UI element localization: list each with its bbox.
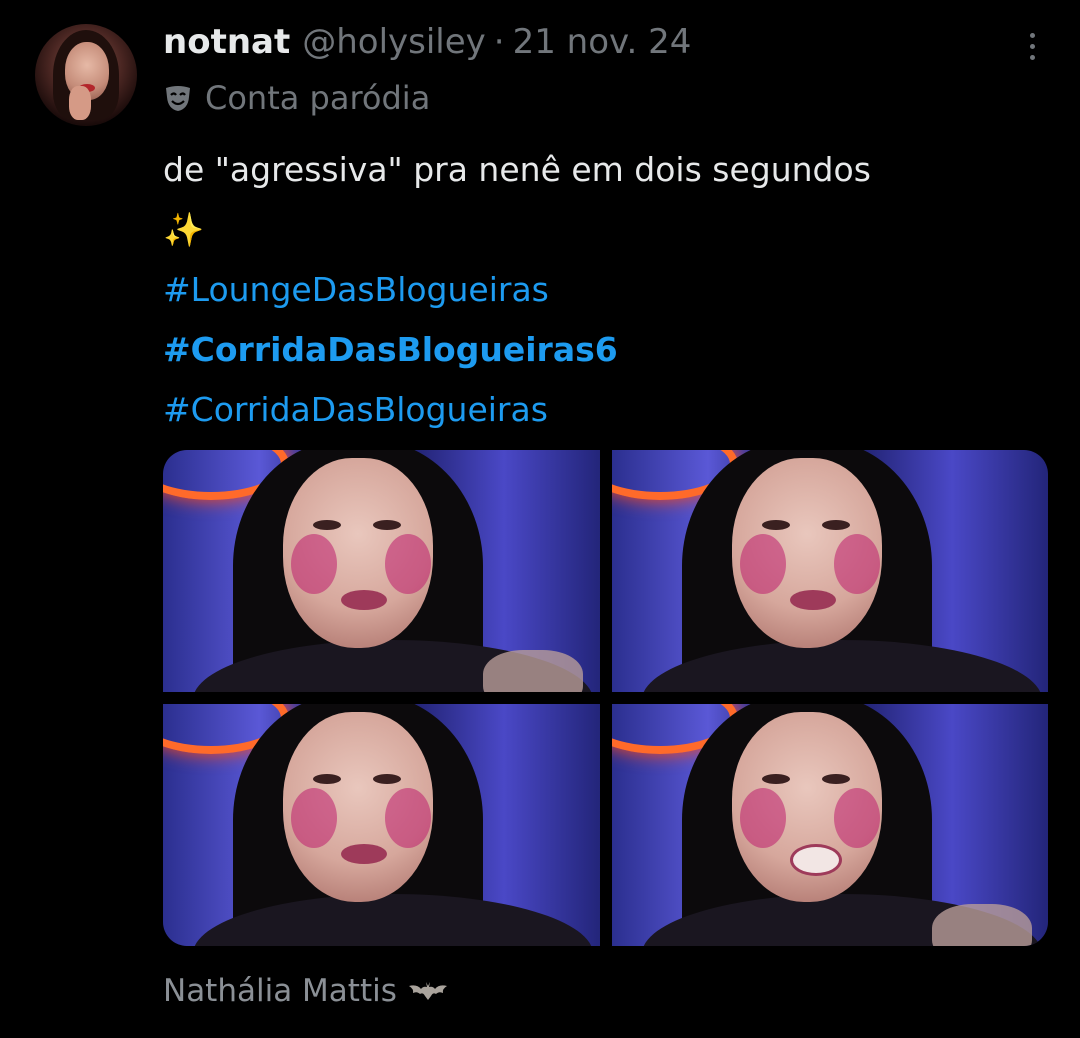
media-photo[interactable] xyxy=(163,704,600,946)
photo-mouth xyxy=(341,590,387,610)
media-caption[interactable]: Nathália Mattis xyxy=(163,966,449,1016)
photo-blush xyxy=(833,788,880,848)
photo-eye xyxy=(821,520,850,530)
photo-blush xyxy=(291,534,337,594)
tweet-date[interactable]: 21 nov. 24 xyxy=(513,22,692,62)
photo-eye xyxy=(313,520,341,530)
hashtag-link[interactable]: #CorridaDasBlogueiras6 xyxy=(163,320,1063,380)
separator-dot: · xyxy=(493,22,505,62)
hashtag-link[interactable]: #LoungeDasBlogueiras xyxy=(163,260,1063,320)
media-photo[interactable] xyxy=(611,450,1048,692)
avatar-hand xyxy=(69,86,91,120)
parody-label[interactable]: Conta paródia xyxy=(163,76,430,120)
tagged-user-name: Nathália Mattis xyxy=(163,973,397,1009)
photo-eye xyxy=(373,774,401,784)
media-grid xyxy=(163,450,1048,946)
photo-blush xyxy=(291,788,337,848)
tweet-text: de "agressiva" pra nenê em dois segundos… xyxy=(163,140,1063,440)
hashtag-link[interactable]: #CorridaDasBlogueiras xyxy=(163,380,1063,440)
photo-tattoo xyxy=(931,904,1032,946)
parody-mask-icon xyxy=(166,86,190,111)
photo-blush xyxy=(385,534,431,594)
parody-label-text: Conta paródia xyxy=(205,79,431,117)
photo-eye xyxy=(373,520,401,530)
photo-blush xyxy=(385,788,431,848)
more-dot-icon xyxy=(1029,54,1035,60)
photo-eye xyxy=(313,774,341,784)
photo-tattoo xyxy=(483,650,583,692)
photo-mouth xyxy=(341,844,387,864)
more-dot-icon xyxy=(1029,32,1035,38)
more-options-button[interactable] xyxy=(1022,26,1042,66)
photo-eye xyxy=(761,520,790,530)
photo-blush xyxy=(739,788,786,848)
photo-mouth xyxy=(789,844,842,876)
photo-blush xyxy=(739,534,786,594)
more-dot-icon xyxy=(1029,43,1035,49)
display-name[interactable]: notnat xyxy=(163,22,290,62)
user-handle[interactable]: @holysiley xyxy=(302,22,486,62)
bat-icon xyxy=(408,982,447,1000)
photo-blush xyxy=(833,534,880,594)
media-photo[interactable] xyxy=(611,704,1048,946)
tweet-header: notnat @holysiley · 21 nov. 24 xyxy=(163,18,691,66)
avatar[interactable] xyxy=(35,24,137,126)
photo-eye xyxy=(761,774,790,784)
photo-eye xyxy=(821,774,850,784)
media-photo[interactable] xyxy=(163,450,600,692)
tweet-text-line: de "agressiva" pra nenê em dois segundos xyxy=(163,150,871,189)
photo-mouth xyxy=(789,590,836,610)
tweet: notnat @holysiley · 21 nov. 24 Conta par… xyxy=(0,0,1080,1038)
sparkles-emoji: ✨ xyxy=(163,210,205,249)
